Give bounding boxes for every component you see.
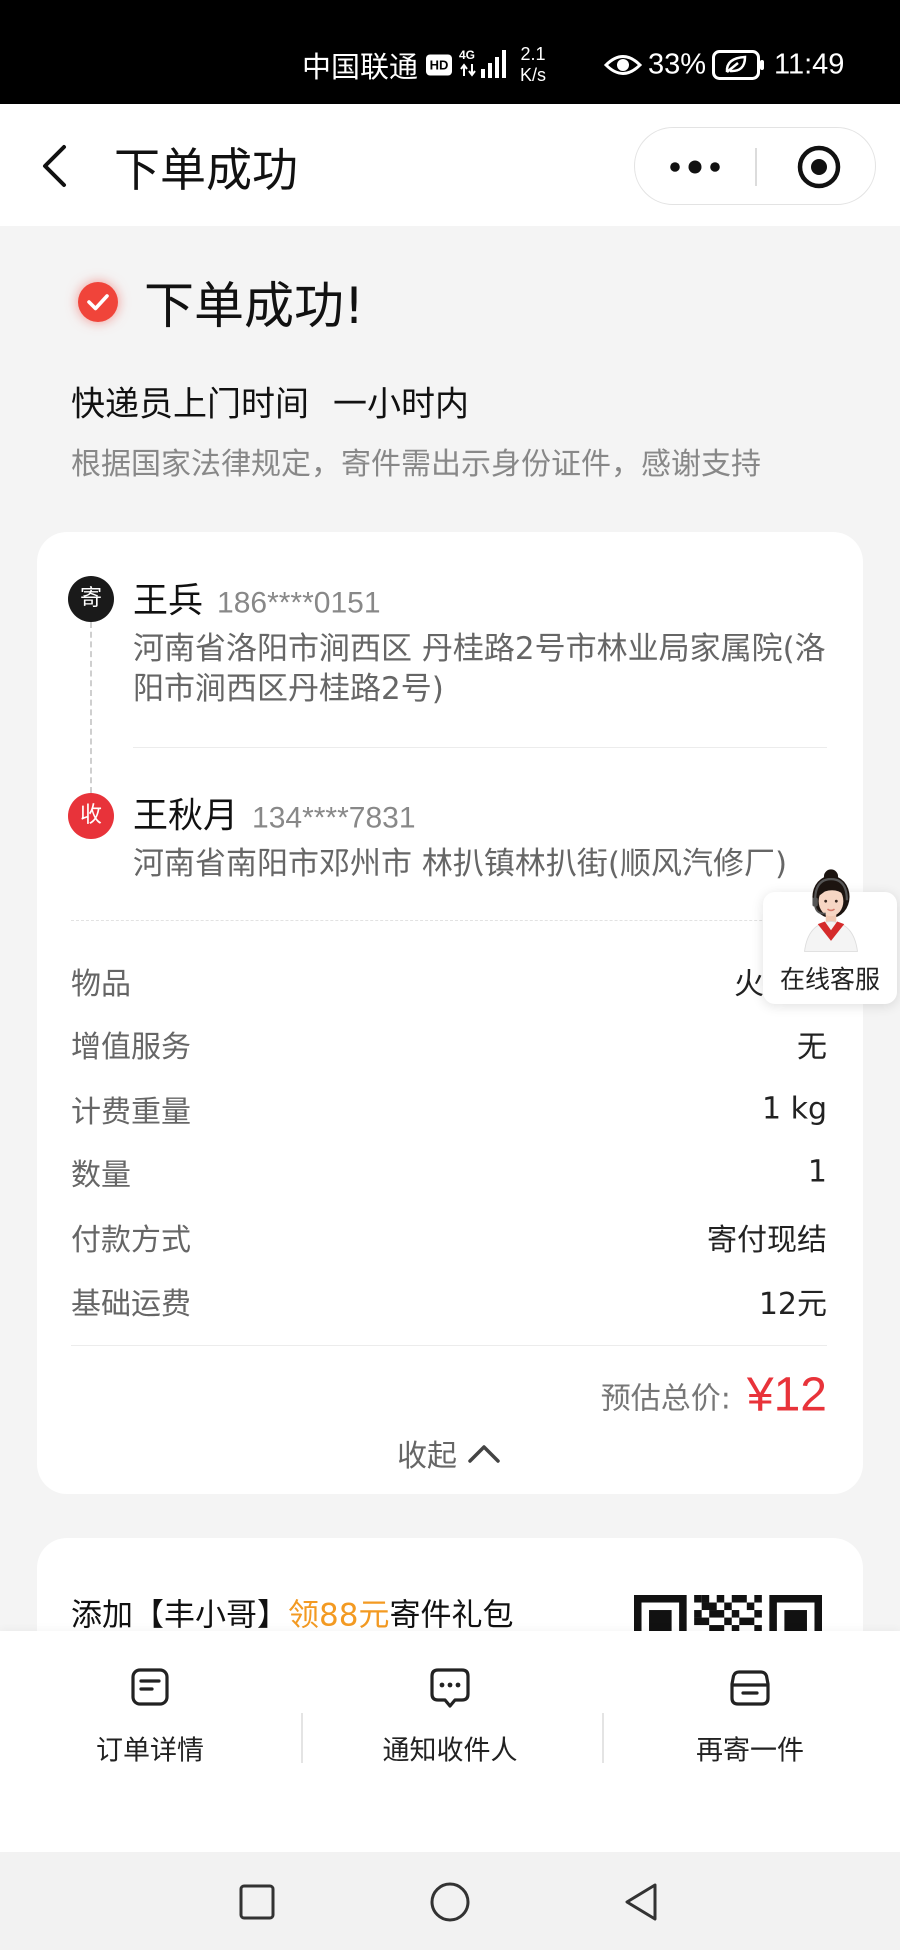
status-bar: 中国联通 HD 4G 2.1 K/s 33% 11:49 (0, 0, 900, 104)
battery-saver-icon (712, 50, 764, 80)
back-icon[interactable] (38, 142, 72, 190)
screen: 中国联通 HD 4G 2.1 K/s 33% 11:49 下单成功 下单成功! … (0, 0, 900, 1950)
clock: 11:49 (774, 48, 845, 81)
data-arrows-icon (460, 63, 476, 77)
detail-label-quantity: 数量 (71, 1158, 131, 1193)
hd-icon: HD (426, 54, 452, 76)
detail-label-item: 物品 (71, 967, 131, 1002)
sender-name: 王兵 (133, 581, 204, 622)
detail-label-weight: 计费重量 (71, 1095, 191, 1130)
detail-value-quantity: 1 (807, 1154, 827, 1190)
promo-text: 添加【丰小哥】领88元寄件礼包 (71, 1590, 513, 1635)
promo-highlight: 领88元 (288, 1597, 390, 1634)
receiver-name: 王秋月 (133, 796, 239, 837)
carrier-name: 中国联通 (302, 52, 419, 84)
eye-icon (604, 55, 642, 75)
detail-value-weight: 1 kg (761, 1091, 827, 1127)
pickup-value: 一小时内 (333, 384, 469, 425)
sender-address: 河南省洛阳市涧西区 丹桂路2号市林业局家属院(洛阳市涧西区丹桂路2号) (133, 631, 826, 707)
detail-value-payment: 寄付现结 (707, 1223, 827, 1258)
notify-receiver-button[interactable]: 通知收件人 (300, 1631, 600, 1852)
collapse-label: 收起 (397, 1439, 457, 1474)
check-circle-icon (78, 282, 118, 322)
order-card: 寄 王兵 186****0151 河南省洛阳市涧西区 丹桂路2号市林业局家属院(洛… (37, 532, 863, 1494)
speed-unit: K/s (520, 65, 547, 85)
miniprogram-capsule (634, 127, 876, 205)
ship-again-label: 再寄一件 (696, 1735, 804, 1767)
promo-prefix: 添加【丰小哥】 (71, 1597, 288, 1634)
receiver-badge: 收 (68, 793, 114, 839)
notify-receiver-label: 通知收件人 (382, 1735, 518, 1767)
detail-label-fee: 基础运费 (71, 1287, 191, 1322)
page-title: 下单成功 (114, 143, 298, 197)
divider (71, 1345, 827, 1346)
collapse-button[interactable]: 收起 (397, 1431, 501, 1475)
bottom-action-bar: 订单详情 通知收件人 再寄一件 (0, 1631, 900, 1852)
battery-percent: 33% (648, 48, 707, 81)
id-notice: 根据国家法律规定，寄件需出示身份证件，感谢支持 (71, 447, 761, 482)
total-label: 预估总价: (600, 1381, 731, 1416)
sender-phone: 186****0151 (217, 586, 381, 620)
pickup-label: 快递员上门时间 (71, 384, 309, 425)
promo-suffix: 寄件礼包 (389, 1597, 514, 1634)
target-icon[interactable] (795, 143, 843, 191)
speed-value: 2.1 (520, 44, 546, 64)
pickup-time: 快递员上门时间 一小时内 (71, 377, 469, 426)
order-detail-label: 订单详情 (96, 1735, 204, 1767)
detail-label-payment: 付款方式 (71, 1223, 191, 1258)
estimated-total: 预估总价: ¥12 (601, 1368, 827, 1423)
route-connector (90, 622, 92, 793)
online-service-button[interactable]: 在线客服 (763, 869, 897, 1004)
detail-label-service: 增值服务 (71, 1030, 191, 1065)
divider (133, 747, 827, 748)
receiver-address: 河南省南阳市邓州市 林扒镇林扒街(顺风汽修厂) (133, 846, 788, 882)
order-detail-icon (131, 1668, 169, 1706)
detail-value-service: 无 (797, 1030, 827, 1065)
chevron-up-icon (468, 1445, 500, 1463)
receiver-info: 王秋月 134****7831 (133, 788, 416, 839)
nav-header: 下单成功 (0, 104, 900, 226)
network-type: 4G (459, 48, 476, 62)
sender-badge: 寄 (68, 576, 114, 622)
more-icon[interactable] (668, 160, 722, 174)
order-detail-button[interactable]: 订单详情 (0, 1631, 300, 1852)
signal-icon (481, 50, 506, 78)
message-icon (430, 1668, 470, 1708)
detail-value-item: 火 (734, 967, 764, 1002)
recent-apps-icon[interactable] (238, 1883, 276, 1921)
receiver-phone: 134****7831 (252, 801, 416, 835)
system-nav-bar (0, 1852, 900, 1950)
box-icon (730, 1670, 770, 1706)
detail-value-fee: 12元 (758, 1287, 827, 1322)
capsule-divider (755, 148, 757, 186)
sender-info: 王兵 186****0151 (133, 573, 381, 624)
network-speed: 2.1 K/s (520, 44, 546, 86)
back-nav-icon[interactable] (621, 1881, 661, 1923)
home-icon[interactable] (429, 1881, 471, 1923)
ship-again-button[interactable]: 再寄一件 (600, 1631, 900, 1852)
online-service-label: 在线客服 (779, 965, 880, 994)
total-price: ¥12 (746, 1368, 827, 1422)
agent-avatar (804, 869, 858, 952)
success-title: 下单成功! (144, 277, 365, 335)
dashed-divider (71, 920, 827, 921)
